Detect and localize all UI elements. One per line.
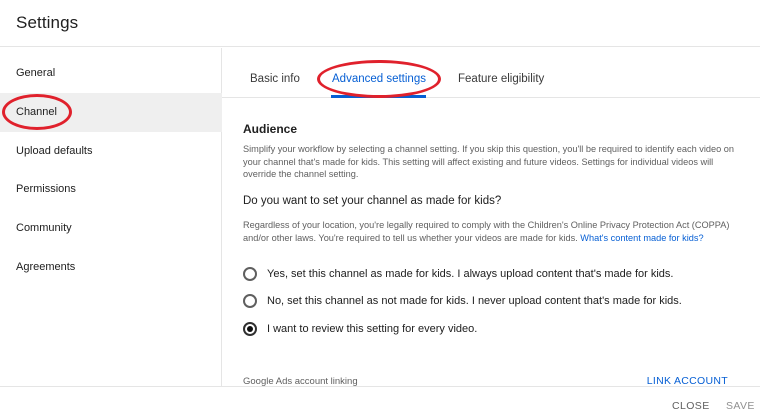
- radio-label-yes: Yes, set this channel as made for kids. …: [267, 268, 674, 280]
- sidebar-item-upload-defaults[interactable]: Upload defaults: [0, 132, 222, 171]
- audience-heading: Audience: [243, 122, 298, 136]
- radio-label-review: I want to review this setting for every …: [267, 323, 478, 335]
- radio-option-review-every-video[interactable]: I want to review this setting for every …: [243, 320, 477, 338]
- made-for-kids-question: Do you want to set your channel as made …: [243, 195, 502, 207]
- radio-option-not-made-for-kids[interactable]: No, set this channel as not made for kid…: [243, 292, 682, 310]
- radio-button-review-selected[interactable]: [243, 322, 257, 336]
- sidebar-item-community[interactable]: Community: [0, 209, 222, 248]
- tab-feature-eligibility[interactable]: Feature eligibility: [458, 48, 544, 98]
- title-bar: Settings: [0, 0, 760, 47]
- page-title: Settings: [16, 13, 79, 32]
- sidebar-item-general[interactable]: General: [0, 54, 222, 93]
- sidebar-item-channel[interactable]: Channel: [0, 93, 222, 132]
- sidebar-item-agreements[interactable]: Agreements: [0, 248, 222, 287]
- tab-basic-info[interactable]: Basic info: [250, 48, 300, 98]
- sidebar: General Channel Upload defaults Permissi…: [0, 48, 222, 386]
- settings-dialog: Settings General Channel Upload defaults…: [0, 0, 760, 416]
- radio-button-no[interactable]: [243, 294, 257, 308]
- radio-button-yes[interactable]: [243, 267, 257, 281]
- tab-bar: Basic info Advanced settings Feature eli…: [222, 48, 760, 98]
- radio-label-no: No, set this channel as not made for kid…: [267, 295, 682, 307]
- made-for-kids-help-link[interactable]: What's content made for kids?: [580, 233, 703, 243]
- radio-option-made-for-kids[interactable]: Yes, set this channel as made for kids. …: [243, 265, 673, 283]
- close-button[interactable]: CLOSE: [672, 400, 710, 412]
- save-button[interactable]: SAVE: [726, 400, 755, 412]
- coppa-legal-text: Regardless of your location, you're lega…: [243, 219, 748, 244]
- dialog-footer: CLOSE SAVE: [0, 386, 760, 416]
- audience-description: Simplify your workflow by selecting a ch…: [243, 144, 734, 180]
- advanced-settings-panel: Audience Simplify your workflow by selec…: [243, 98, 748, 387]
- sidebar-item-permissions[interactable]: Permissions: [0, 170, 222, 209]
- tab-advanced-settings[interactable]: Advanced settings: [332, 48, 426, 98]
